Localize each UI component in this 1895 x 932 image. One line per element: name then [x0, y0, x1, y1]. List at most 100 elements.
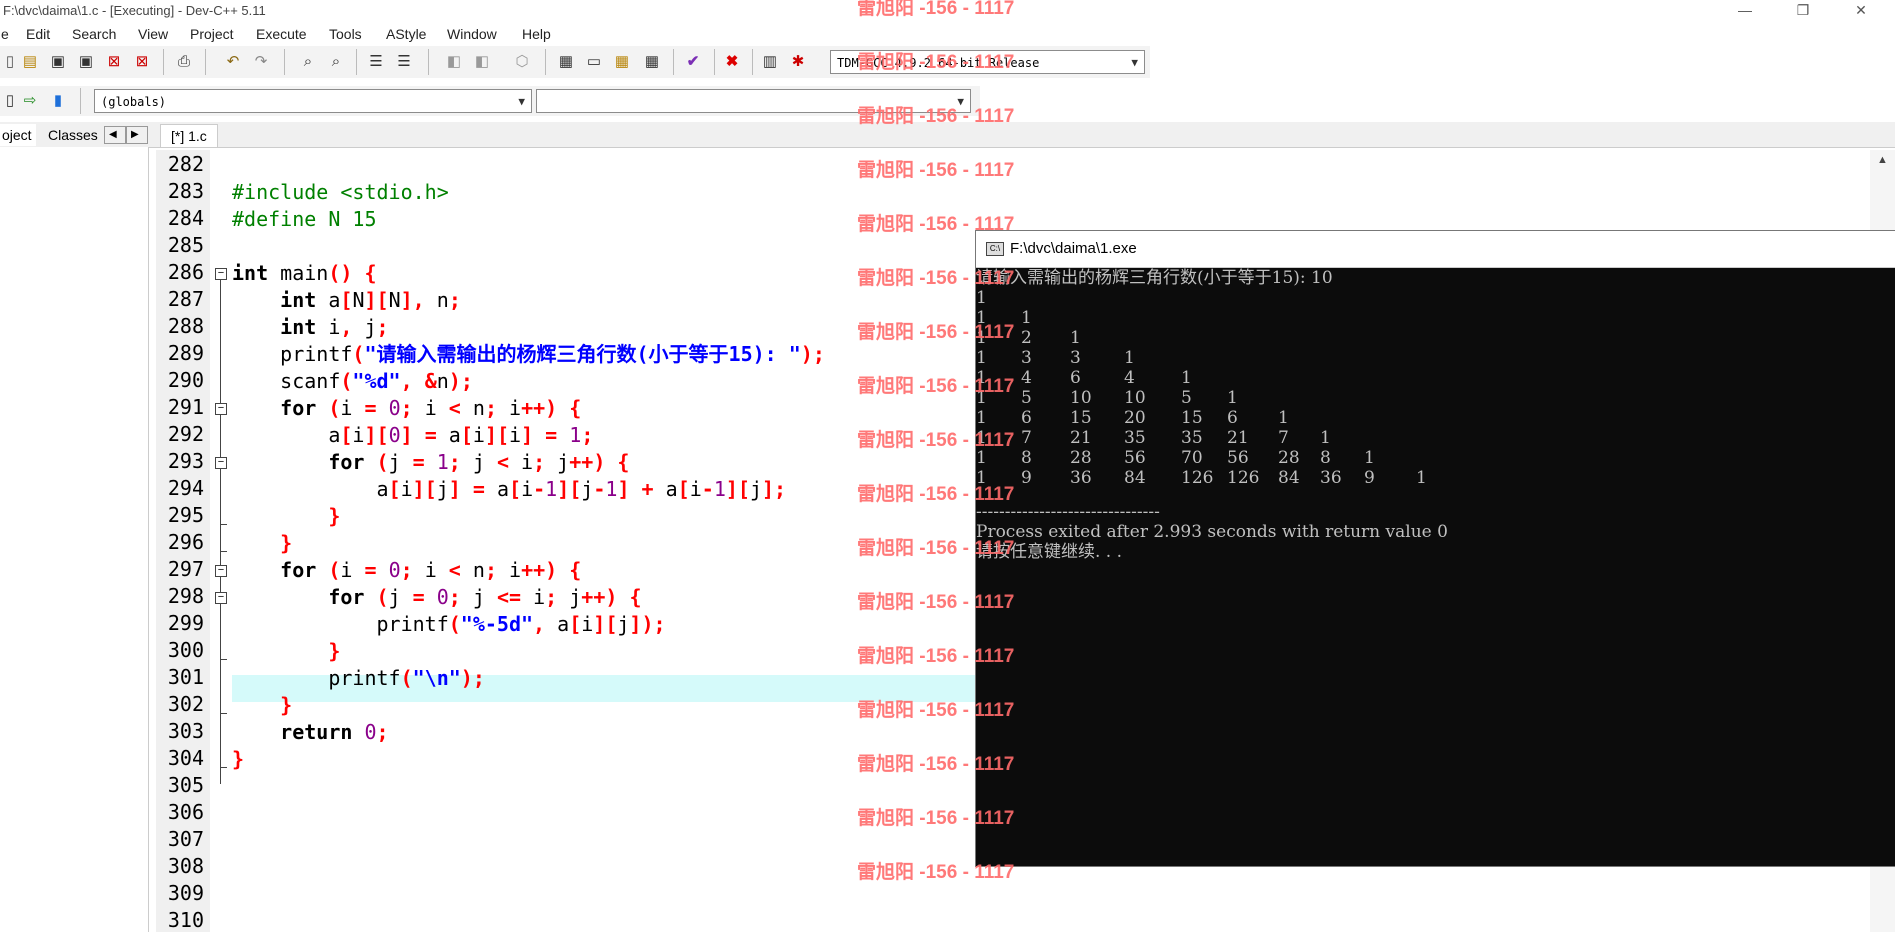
check-icon[interactable]: ✔: [683, 52, 703, 72]
new-file-icon[interactable]: ▯: [0, 52, 20, 72]
tab-scroll-right-icon[interactable]: ▶: [126, 126, 148, 144]
minimize-button[interactable]: —: [1722, 0, 1768, 22]
code-line: printf("请输入需输出的杨辉三角行数(小于等于15): ");: [232, 342, 825, 366]
watermark-text: 雷旭阳 -156 - 1117: [857, 430, 1015, 451]
tab-file[interactable]: [*] 1.c: [160, 124, 218, 147]
watermark-text: 雷旭阳 -156 - 1117: [857, 862, 1015, 883]
indent-icon[interactable]: ☰: [366, 52, 386, 72]
console-prompt: 请输入需输出的杨辉三角行数(小于等于15): 10: [976, 268, 1333, 288]
watermark-text: 雷旭阳 -156 - 1117: [857, 268, 1015, 289]
triangle-cell: 1: [1021, 308, 1032, 328]
bookmark-icon[interactable]: ▮: [48, 91, 68, 111]
save-all-icon[interactable]: ▣: [76, 52, 96, 72]
unindent-icon[interactable]: ☰: [394, 52, 414, 72]
triangle-cell: 10: [1124, 388, 1146, 408]
console-title: F:\dvc\daima\1.exe: [1010, 240, 1137, 257]
run-icon[interactable]: ▦: [642, 52, 662, 72]
scope-select[interactable]: (globals) ▼: [94, 89, 532, 113]
code-line: for (i = 0; i < n; i++) {: [280, 558, 582, 582]
code-line: printf("\n");: [232, 666, 485, 690]
close-file-icon[interactable]: ⊠: [104, 52, 124, 72]
tab-scroll-left-icon[interactable]: ◀: [104, 126, 126, 144]
insert-icon[interactable]: ⇨: [20, 91, 40, 111]
replace-icon[interactable]: ⌕: [326, 52, 346, 72]
tab-classes[interactable]: Classes: [44, 124, 102, 146]
find-icon[interactable]: ⌕: [298, 52, 318, 72]
triangle-cell: 1: [1124, 348, 1135, 368]
open-project-icon[interactable]: ◧: [472, 52, 492, 72]
fold-toggle[interactable]: −: [215, 403, 227, 415]
line-number: 287: [167, 287, 204, 311]
save-icon[interactable]: ▣: [48, 52, 68, 72]
triangle-cell: 4: [1021, 368, 1032, 388]
menu-bar: e Edit Search View Project Execute Tools…: [0, 23, 1895, 45]
line-number: 289: [167, 341, 204, 365]
triangle-cell: 35: [1124, 428, 1146, 448]
debug-icon[interactable]: ✱: [788, 52, 808, 72]
fold-toggle[interactable]: −: [215, 565, 227, 577]
scroll-up-icon[interactable]: ▲: [1877, 154, 1888, 166]
watermark-text: 雷旭阳 -156 - 1117: [857, 538, 1015, 559]
chevron-down-icon: ▼: [1131, 56, 1138, 69]
watermark-text: 雷旭阳 -156 - 1117: [857, 0, 1015, 19]
code-line: scanf("%d", &n);: [232, 369, 473, 393]
triangle-cell: 7: [1021, 428, 1032, 448]
project-options-icon[interactable]: ⬡: [512, 52, 532, 72]
fold-toggle[interactable]: −: [215, 457, 227, 469]
line-number: 290: [167, 368, 204, 392]
menu-astyle[interactable]: AStyle: [386, 26, 426, 42]
menu-window[interactable]: Window: [447, 26, 497, 42]
undo-icon[interactable]: ↶: [223, 52, 243, 72]
triangle-cell: 8: [1320, 448, 1331, 468]
triangle-cell: 56: [1227, 448, 1249, 468]
line-number: 302: [167, 692, 204, 716]
code-line: #include <stdio.h>: [232, 180, 449, 204]
code-line: int i, j;: [280, 315, 389, 339]
line-number: 296: [167, 530, 204, 554]
menu-project[interactable]: Project: [190, 26, 234, 42]
menu-view[interactable]: View: [138, 26, 168, 42]
open-file-icon[interactable]: ▤: [20, 52, 40, 72]
console-window[interactable]: C:\ F:\dvc\daima\1.exe 请输入需输出的杨辉三角行数(小于等…: [975, 230, 1895, 867]
triangle-cell: 126: [1227, 468, 1260, 488]
menu-edit[interactable]: Edit: [26, 26, 50, 42]
code-line: printf("%-5d", a[i][j]);: [232, 612, 666, 636]
code-line: int main() {: [232, 261, 377, 285]
restore-button[interactable]: ❐: [1780, 0, 1826, 22]
chart-icon[interactable]: ▥: [760, 52, 780, 72]
print-icon[interactable]: ⎙: [174, 52, 194, 72]
watermark-text: 雷旭阳 -156 - 1117: [857, 52, 1015, 73]
fold-toggle[interactable]: −: [215, 268, 227, 280]
triangle-cell: 6: [1070, 368, 1081, 388]
line-number: 294: [167, 476, 204, 500]
window-icon[interactable]: ▭: [584, 52, 604, 72]
triangle-cell: 20: [1124, 408, 1146, 428]
line-number: 303: [167, 719, 204, 743]
triangle-cell: 3: [1021, 348, 1032, 368]
code-line: for (j = 1; j < i; j++) {: [328, 450, 630, 474]
code-line: }: [328, 639, 341, 663]
grid-icon[interactable]: ▦: [556, 52, 576, 72]
fold-toggle[interactable]: −: [215, 592, 227, 604]
watermark-text: 雷旭阳 -156 - 1117: [857, 754, 1015, 775]
triangle-cell: 1: [1416, 468, 1427, 488]
menu-help[interactable]: Help: [522, 26, 551, 42]
menu-execute[interactable]: Execute: [256, 26, 307, 42]
menu-file[interactable]: e: [1, 26, 9, 42]
close-button[interactable]: ✕: [1838, 0, 1884, 22]
new-project-icon[interactable]: ◧: [444, 52, 464, 72]
stop-icon[interactable]: ✖: [722, 52, 742, 72]
watermark-text: 雷旭阳 -156 - 1117: [857, 322, 1015, 343]
menu-search[interactable]: Search: [72, 26, 116, 42]
menu-tools[interactable]: Tools: [329, 26, 362, 42]
triangle-cell: 6: [1021, 408, 1032, 428]
line-number: 299: [167, 611, 204, 635]
redo-icon[interactable]: ↷: [251, 52, 271, 72]
line-number: 310: [167, 908, 204, 932]
tab-project[interactable]: oject: [0, 124, 36, 146]
close-all-icon[interactable]: ⊠: [132, 52, 152, 72]
chevron-down-icon: ▼: [518, 95, 525, 108]
triangle-cell: 9: [1021, 468, 1032, 488]
compile-icon[interactable]: ▦: [612, 52, 632, 72]
goto-icon[interactable]: ▯: [0, 91, 20, 111]
